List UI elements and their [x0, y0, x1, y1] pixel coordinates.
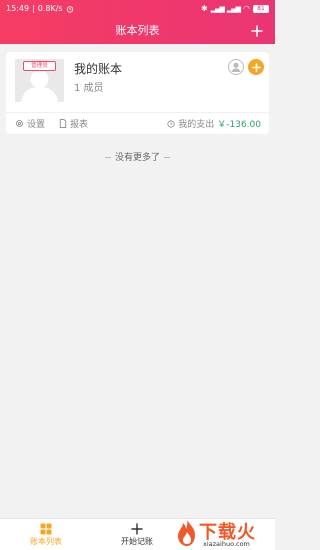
my-expense: 我的支出 ￥-136.00 [167, 113, 261, 134]
tab-start-recording[interactable]: 开始记账 [107, 519, 167, 550]
report-button[interactable]: 报表 [59, 113, 88, 134]
status-bar: 15:49 | 0.8K/s ✱ ▂▄▆ ▂▄▆ ◠ 81 [0, 0, 275, 18]
tab-start-recording-label: 开始记账 [121, 537, 153, 546]
settings-button[interactable]: 设置 [15, 113, 45, 134]
list-end-text: 没有更多了 [114, 153, 160, 163]
expense-label: 我的支出 [178, 120, 215, 130]
member-count: 1 成员 [74, 83, 104, 94]
member-avatar-icon[interactable] [228, 59, 244, 75]
tab-book-list-label: 账本列表 [30, 537, 62, 546]
signal-icon: ▂▄▆ [210, 5, 225, 13]
title-bar: 账本列表 [0, 18, 275, 44]
grid-icon [40, 523, 52, 535]
card-footer: 设置 报表 我的支出 ￥-136.00 [6, 113, 269, 134]
clock-icon [167, 119, 175, 128]
divider-line-right [164, 157, 170, 158]
list-end-indicator: 没有更多了 [0, 150, 275, 163]
bluetooth-icon: ✱ [201, 4, 208, 13]
add-member-button[interactable] [248, 59, 264, 75]
settings-label: 设置 [27, 120, 46, 130]
tab-book-list[interactable]: 账本列表 [16, 519, 76, 550]
alarm-icon [66, 6, 73, 13]
flame-logo-icon [178, 519, 195, 546]
plus-icon [251, 62, 261, 72]
status-net-speed: 0.8K/s [37, 4, 63, 13]
gear-icon [16, 120, 23, 127]
battery-icon: 81 [253, 5, 269, 13]
document-icon [59, 119, 67, 128]
page-title: 账本列表 [115, 24, 160, 37]
add-book-button[interactable] [247, 21, 267, 41]
watermark-url: xiazaihuo.com [203, 540, 250, 548]
watermark-logo: 下载火 xiazaihuo.com [175, 516, 273, 550]
account-book-card[interactable]: 管理员 我的账本 1 成员 设置 报表 我的支出 ￥-136.00 [6, 52, 269, 134]
report-label: 报表 [70, 120, 89, 130]
plus-icon [131, 523, 143, 535]
divider-line-left [104, 157, 111, 158]
app-header: 15:49 | 0.8K/s ✱ ▂▄▆ ▂▄▆ ◠ 81 账本列表 [0, 0, 275, 44]
plus-icon [251, 25, 263, 37]
status-time: 15:49 [6, 4, 30, 13]
admin-badge: 管理员 [23, 61, 56, 71]
signal-icon-2: ▂▄▆ [226, 5, 241, 13]
book-name: 我的账本 [74, 62, 123, 76]
expense-amount: ￥-136.00 [217, 120, 261, 130]
wifi-icon: ◠ [243, 4, 250, 13]
